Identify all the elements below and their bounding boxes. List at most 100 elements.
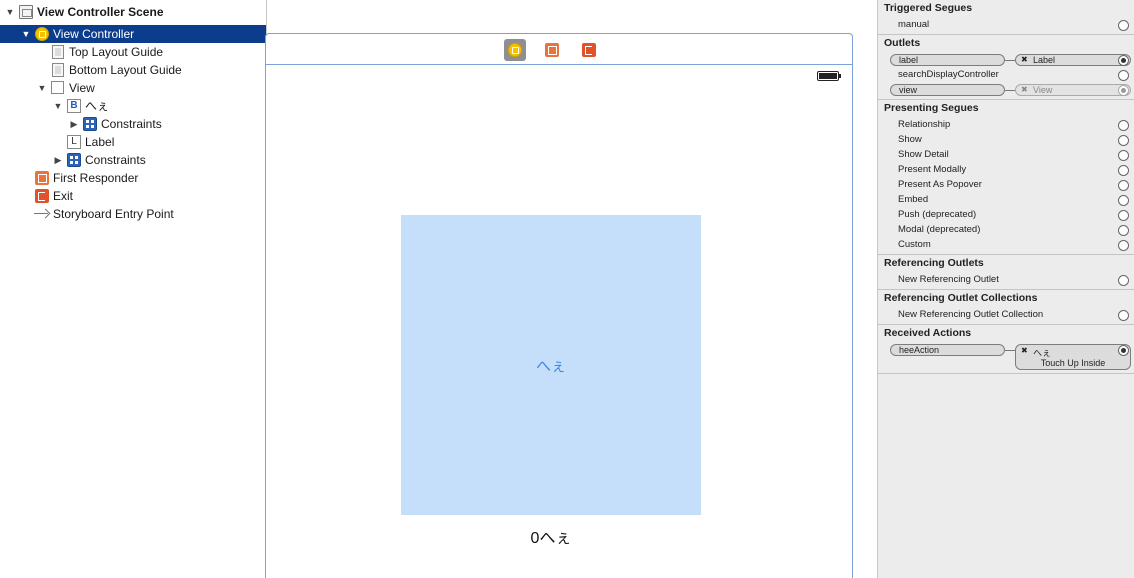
connection-line [1005,60,1015,61]
storyboard-canvas[interactable]: へぇ 0へぇ [265,0,877,578]
layout-guide-icon [52,63,64,77]
outline-item-button-constraints[interactable]: ▶ Constraints [0,115,266,133]
outline-item-label: View Controller Scene [37,5,164,19]
connection-circle[interactable] [1118,180,1129,191]
scene-frame[interactable]: へぇ 0へぇ [265,33,853,578]
connection-circle-filled[interactable] [1118,85,1129,96]
connection-circle-filled[interactable] [1118,55,1129,66]
outline-item-label: Storyboard Entry Point [53,207,174,221]
connection-circle[interactable] [1118,120,1129,131]
section-title-referencing-outlet-collections: Referencing Outlet Collections [884,292,1038,304]
outline-item-label: Constraints [85,153,146,167]
connection-circle[interactable] [1118,240,1129,251]
connection-circle[interactable] [1118,310,1129,321]
disclosure-triangle-icon[interactable]: ▼ [37,83,47,93]
layout-guide-icon [52,45,64,59]
document-outline: ▼ View Controller Scene ▼ View Controlle… [0,0,267,578]
disclosure-triangle-icon[interactable]: ▼ [5,7,15,17]
connection-circle[interactable] [1118,135,1129,146]
dock-view-controller-button[interactable] [504,39,526,61]
segue-item: Embed [898,194,929,205]
section-title-presenting-segues: Presenting Segues [884,102,979,114]
section-title-triggered-segues: Triggered Segues [884,2,973,14]
connection-circle[interactable] [1118,70,1129,81]
connection-circle[interactable] [1118,225,1129,236]
outline-item-first-responder[interactable]: First Responder [0,169,266,187]
outline-item-bottom-layout-guide[interactable]: Bottom Layout Guide [0,61,266,79]
disclosure-triangle-icon[interactable]: ▼ [21,29,31,39]
outline-item-label-view[interactable]: L Label [0,133,266,151]
connection-circle[interactable] [1118,275,1129,286]
section-title-referencing-outlets: Referencing Outlets [884,257,984,269]
outline-item-label: Label [85,135,115,149]
outline-item-label: へぇ [85,99,110,113]
outline-item-label: Exit [53,189,74,203]
outline-item-label: View [69,81,95,95]
action-hee-pill[interactable]: heeAction [890,344,1005,356]
segue-item: Relationship [898,119,951,130]
remove-connection-icon[interactable]: ✖ [1021,346,1028,355]
divider [878,34,1134,35]
segue-item: Modal (deprecated) [898,224,981,235]
connection-circle[interactable] [1118,210,1129,221]
constraints-icon [67,153,81,167]
outline-item-exit[interactable]: Exit [0,187,266,205]
outline-item-view-constraints[interactable]: ▶ Constraints [0,151,266,169]
section-title-received-actions: Received Actions [884,327,972,339]
connections-inspector: Triggered Segues manual Outlets label ✖ … [877,0,1134,578]
outlet-view-target[interactable]: ✖ View [1015,84,1131,96]
outline-item-label: View Controller [53,27,135,41]
connection-circle[interactable] [1118,195,1129,206]
hee-button[interactable]: へぇ [401,215,701,515]
outline-item-entry-point[interactable]: Storyboard Entry Point [0,205,266,223]
connection-circle[interactable] [1118,165,1129,176]
connection-circle[interactable] [1118,150,1129,161]
button-icon: B [67,99,81,113]
remove-connection-icon[interactable]: ✖ [1021,55,1028,65]
view-controller-icon [508,43,522,57]
segue-item: Push (deprecated) [898,209,977,220]
action-hee-target[interactable]: ✖ へぇ Touch Up Inside [1015,344,1131,370]
connection-line [1005,350,1015,351]
outline-item-view[interactable]: ▼ View [0,79,266,97]
first-responder-icon [545,43,559,57]
segue-item: Show Detail [898,149,949,160]
segue-item: Custom [898,239,931,250]
new-referencing-outlet: New Referencing Outlet [898,274,999,285]
outline-item-label: First Responder [53,171,139,185]
entry-arrow-icon [34,209,50,219]
first-responder-icon [35,171,49,185]
section-title-outlets: Outlets [884,37,921,49]
disclosure-triangle-icon[interactable]: ▶ [53,155,63,165]
scene-icon [19,5,33,19]
constraints-icon [83,117,97,131]
outlet-view-pill[interactable]: view [890,84,1005,96]
outline-item-view-controller[interactable]: ▼ View Controller [0,25,266,43]
outline-item-label: Bottom Layout Guide [69,63,182,77]
result-label[interactable]: 0へぇ [471,524,631,548]
action-event-name: Touch Up Inside [1040,358,1106,368]
segue-item: Present As Popover [898,179,982,190]
scene-dock [266,34,852,65]
outline-item-scene[interactable]: ▼ View Controller Scene [0,3,266,21]
connection-circle-filled[interactable] [1118,345,1129,356]
outlet-label-pill[interactable]: label [890,54,1005,66]
dock-first-responder-button[interactable] [541,39,563,61]
label-icon: L [67,135,81,149]
disclosure-triangle-icon[interactable]: ▶ [69,119,79,129]
remove-connection-icon[interactable]: ✖ [1021,85,1028,95]
outlet-target-name: Label [1033,55,1056,65]
connection-circle[interactable] [1118,20,1129,31]
divider [878,324,1134,325]
exit-icon [582,43,596,57]
divider [878,289,1134,290]
outline-item-top-layout-guide[interactable]: Top Layout Guide [0,43,266,61]
disclosure-triangle-icon[interactable]: ▼ [53,101,63,111]
battery-icon [817,71,841,81]
outlet-label-target[interactable]: ✖ Label [1015,54,1131,66]
outline-item-label: Top Layout Guide [69,45,164,59]
outline-item-button[interactable]: ▼ B へぇ [0,97,266,115]
dock-exit-button[interactable] [578,39,600,61]
outlet-search-display-controller: searchDisplayController [898,69,999,80]
divider [878,373,1134,374]
